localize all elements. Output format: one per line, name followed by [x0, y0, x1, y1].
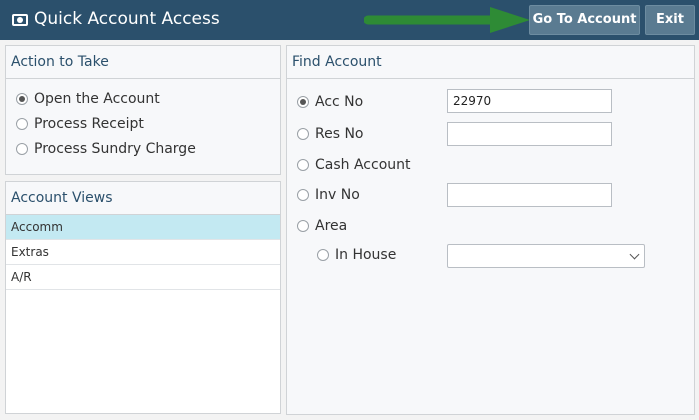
option-process-receipt-label: Process Receipt [34, 116, 144, 132]
cash-account-label: Cash Account [315, 157, 411, 173]
in-house-label: In House [335, 247, 397, 263]
radio-open-account[interactable] [16, 93, 28, 105]
radio-process-receipt[interactable] [16, 118, 28, 130]
inv-no-label: Inv No [315, 187, 360, 203]
option-area[interactable]: Area [297, 218, 347, 234]
find-account-panel: Find Account Acc No 22970 Res No Cash Ac… [286, 45, 695, 415]
action-panel: Action to Take Open the Account Process … [5, 45, 281, 175]
option-process-sundry-charge[interactable]: Process Sundry Charge [16, 141, 196, 157]
radio-process-sundry-charge[interactable] [16, 143, 28, 155]
res-no-label: Res No [315, 126, 364, 142]
inv-no-input[interactable] [447, 183, 612, 207]
window-title: Quick Account Access [34, 9, 220, 29]
radio-inv-no[interactable] [297, 189, 309, 201]
option-res-no[interactable]: Res No [297, 126, 364, 142]
find-account-title: Find Account [287, 46, 694, 79]
money-icon [12, 14, 28, 26]
radio-cash-account[interactable] [297, 159, 309, 171]
area-label: Area [315, 218, 348, 234]
area-select[interactable] [447, 244, 645, 268]
go-to-account-button[interactable]: Go To Account [529, 5, 640, 35]
res-no-input[interactable] [447, 122, 612, 146]
view-item-extras[interactable]: Extras [6, 240, 280, 265]
exit-button[interactable]: Exit [645, 5, 695, 35]
acc-no-label: Acc No [315, 94, 364, 110]
option-open-account-label: Open the Account [34, 91, 160, 107]
action-panel-title: Action to Take [6, 46, 280, 79]
view-item-accomm[interactable]: Accomm [6, 215, 280, 240]
radio-in-house[interactable] [317, 249, 329, 261]
green-arrow-annotation [364, 7, 530, 33]
chevron-down-icon [629, 249, 640, 260]
option-process-receipt[interactable]: Process Receipt [16, 116, 144, 132]
account-views-title: Account Views [6, 182, 280, 215]
account-views-panel: Account Views Accomm Extras A/R [5, 181, 281, 414]
option-inv-no[interactable]: Inv No [297, 187, 360, 203]
view-item-ar[interactable]: A/R [6, 265, 280, 290]
option-in-house[interactable]: In House [317, 247, 396, 263]
radio-acc-no[interactable] [297, 96, 309, 108]
radio-res-no[interactable] [297, 128, 309, 140]
acc-no-input[interactable]: 22970 [447, 89, 612, 113]
title-bar: Quick Account Access Go To Account Exit [0, 0, 699, 40]
option-acc-no[interactable]: Acc No [297, 94, 363, 110]
option-open-account[interactable]: Open the Account [16, 91, 160, 107]
option-cash-account[interactable]: Cash Account [297, 157, 411, 173]
radio-area[interactable] [297, 220, 309, 232]
option-process-sundry-charge-label: Process Sundry Charge [34, 141, 196, 157]
